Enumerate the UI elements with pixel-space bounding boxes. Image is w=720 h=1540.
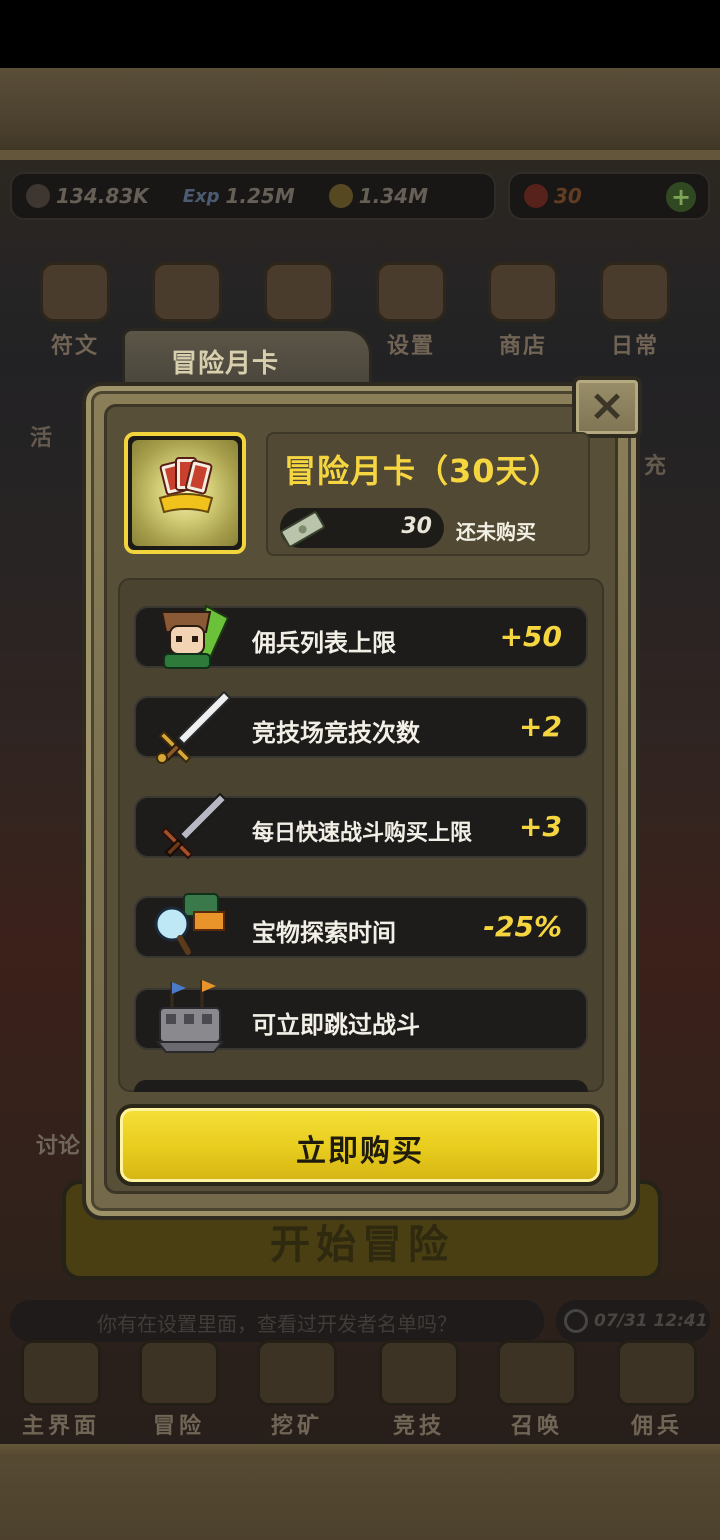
perk-label: 宝物探索时间 [252,919,396,947]
perk-row: 每日快速战斗购买上限 +3 [134,792,588,860]
modal-tab-label: 冒险月卡 [171,349,280,379]
status-bar [0,0,720,68]
perk-label: 可立即跳过战斗 [252,1011,420,1039]
hero-portrait-icon [150,598,234,678]
dark-sword-icon [150,788,234,868]
price-value: 30 [401,514,432,539]
perk-row: 宝物探索时间 -25% [134,893,588,958]
magnifier-treasure-icon [150,888,234,968]
perk-label: 每日快速战斗购买上限 [252,821,473,846]
buy-now-label: 立即购买 [296,1134,424,1169]
perk-value: +3 [519,810,562,843]
perk-label: 佣兵列表上限 [252,629,396,657]
purchase-status: 还未购买 [456,520,536,544]
close-icon: × [588,380,626,431]
perk-value: +50 [499,620,562,653]
cash-icon [280,511,325,548]
card-title: 冒险月卡（30天） [284,452,562,490]
castle-flags-icon [150,980,234,1060]
perk-row-partial [134,1080,588,1092]
perk-label: 竞技场竞技次数 [252,719,420,747]
perk-value: +2 [519,710,562,743]
perk-row: 可立即跳过战斗 [134,980,588,1053]
monthly-card-icon-frame [124,432,246,554]
sword-icon [150,688,234,768]
card-bundle-icon [132,440,238,546]
buy-now-button[interactable]: 立即购买 [116,1104,604,1186]
perk-row: 佣兵列表上限 +50 [134,604,588,669]
perk-row: 竞技场竞技次数 +2 [134,690,588,764]
perk-value: -25% [483,910,562,943]
close-button[interactable]: × [572,376,642,438]
